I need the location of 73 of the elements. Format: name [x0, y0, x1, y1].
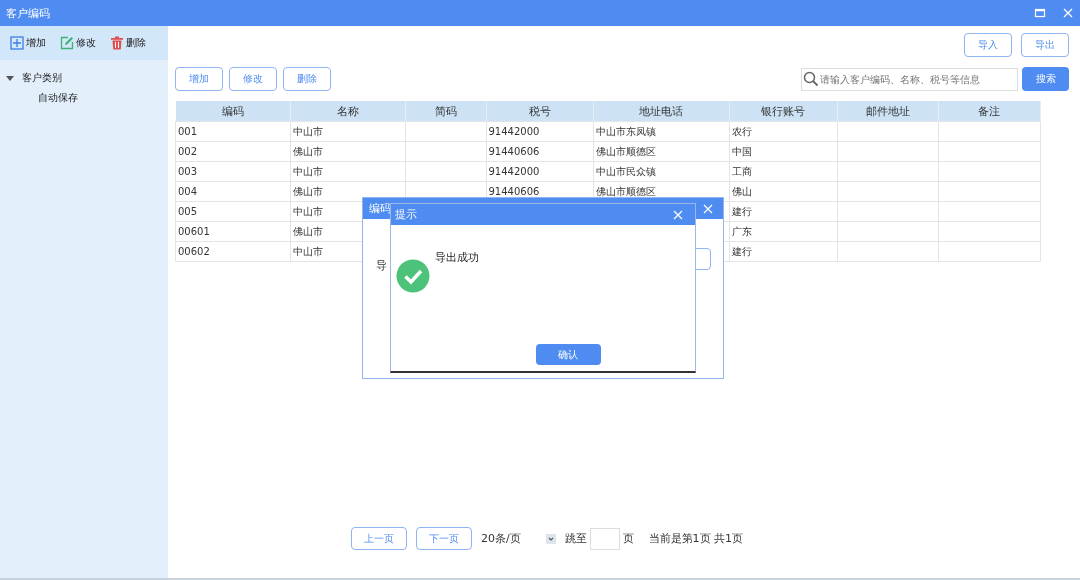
column-header: 名称 — [290, 101, 405, 122]
table-cell: 建行 — [731, 205, 752, 217]
table-cell: 91442000 — [488, 126, 540, 137]
table-cell: 建行 — [731, 245, 752, 257]
column-header: 税号 — [486, 101, 593, 122]
table-cell: 002 — [178, 146, 198, 157]
jump-label: 跳至 — [564, 531, 587, 546]
outline-button[interactable]: 删除 — [283, 67, 331, 91]
table-cell: 91440606 — [488, 186, 540, 197]
maximize-icon[interactable] — [1034, 7, 1046, 19]
success-check-icon — [396, 259, 430, 293]
close-icon[interactable] — [673, 209, 683, 220]
column-header: 地址电话 — [593, 101, 729, 122]
table-cell: 佛山 — [731, 185, 752, 197]
table-cell: 佛山市 — [292, 145, 323, 157]
table-cell: 001 — [178, 126, 198, 137]
page-size-label: 20条/页 — [480, 531, 521, 546]
table-cell: 003 — [178, 166, 198, 177]
table-cell: 004 — [178, 186, 198, 197]
alert-message: 导出成功 — [435, 250, 479, 265]
table-cell: 中国 — [731, 145, 752, 157]
tree-item[interactable]: 自动保存 — [38, 91, 78, 105]
table-cell: 佛山市 — [292, 225, 323, 237]
table-cell: 农行 — [731, 125, 752, 137]
table-cell: 中山市 — [292, 245, 323, 257]
close-icon[interactable] — [703, 203, 713, 214]
trash-icon — [110, 36, 124, 50]
table-cell: 91442000 — [488, 166, 540, 177]
dialog-title: 编码 — [369, 201, 391, 216]
column-header: 简码 — [405, 101, 486, 122]
table-cell: 00601 — [178, 226, 210, 237]
dialog-title: 提示 — [395, 207, 417, 222]
outline-button[interactable]: 导出 — [1021, 33, 1069, 57]
column-header: 银行账号 — [729, 101, 837, 122]
page-suffix: 页 — [622, 531, 634, 546]
dropdown-caret-icon[interactable] — [545, 533, 556, 544]
outline-button[interactable]: 修改 — [229, 67, 277, 91]
table-cell: 中山市 — [292, 205, 323, 217]
column-header: 备注 — [938, 101, 1041, 122]
table-cell: 005 — [178, 206, 198, 217]
table-cell: 中山市民众镇 — [595, 165, 656, 177]
table-cell: 00602 — [178, 246, 210, 257]
toolbar-button[interactable]: 修改 — [60, 36, 96, 50]
confirm-button[interactable]: 确认 — [535, 344, 601, 365]
table-cell: 佛山市顺德区 — [595, 145, 656, 157]
page-input[interactable] — [589, 527, 620, 550]
expand-arrow-icon[interactable] — [6, 74, 14, 82]
column-header: 邮件地址 — [837, 101, 938, 122]
table-cell: 中山市东凤镇 — [595, 125, 656, 137]
table-cell: 工商 — [731, 165, 752, 177]
pencil-square-icon — [60, 36, 74, 50]
window-title: 客户编码 — [6, 5, 50, 21]
table-cell: 91440606 — [488, 146, 540, 157]
table-cell: 中山市 — [292, 125, 323, 137]
table-cell: 佛山市 — [292, 185, 323, 197]
toolbar-button[interactable]: 增加 — [10, 36, 46, 50]
plus-square-icon — [10, 36, 24, 50]
search-icon — [803, 71, 819, 87]
outline-button[interactable]: 导入 — [964, 33, 1012, 57]
toolbar-button[interactable]: 删除 — [110, 36, 146, 50]
tree-item[interactable]: 客户类别 — [22, 71, 62, 85]
prev-page-button[interactable]: 上一页 — [350, 527, 407, 550]
table-cell: 中山市 — [292, 165, 323, 177]
field-label: 导 — [376, 258, 387, 273]
search-button[interactable]: 搜索 — [1022, 67, 1069, 91]
table-cell: 广东 — [731, 225, 752, 237]
page-status: 当前是第1页 共1页 — [648, 531, 744, 546]
search-field[interactable]: 请输入客户编码、名称、税号等信息 — [801, 67, 1018, 91]
outline-button[interactable]: 增加 — [175, 67, 223, 91]
column-header: 编码 — [175, 101, 290, 122]
table-cell: 佛山市顺德区 — [595, 185, 656, 197]
next-page-button[interactable]: 下一页 — [415, 527, 472, 550]
close-icon[interactable] — [1062, 7, 1074, 19]
